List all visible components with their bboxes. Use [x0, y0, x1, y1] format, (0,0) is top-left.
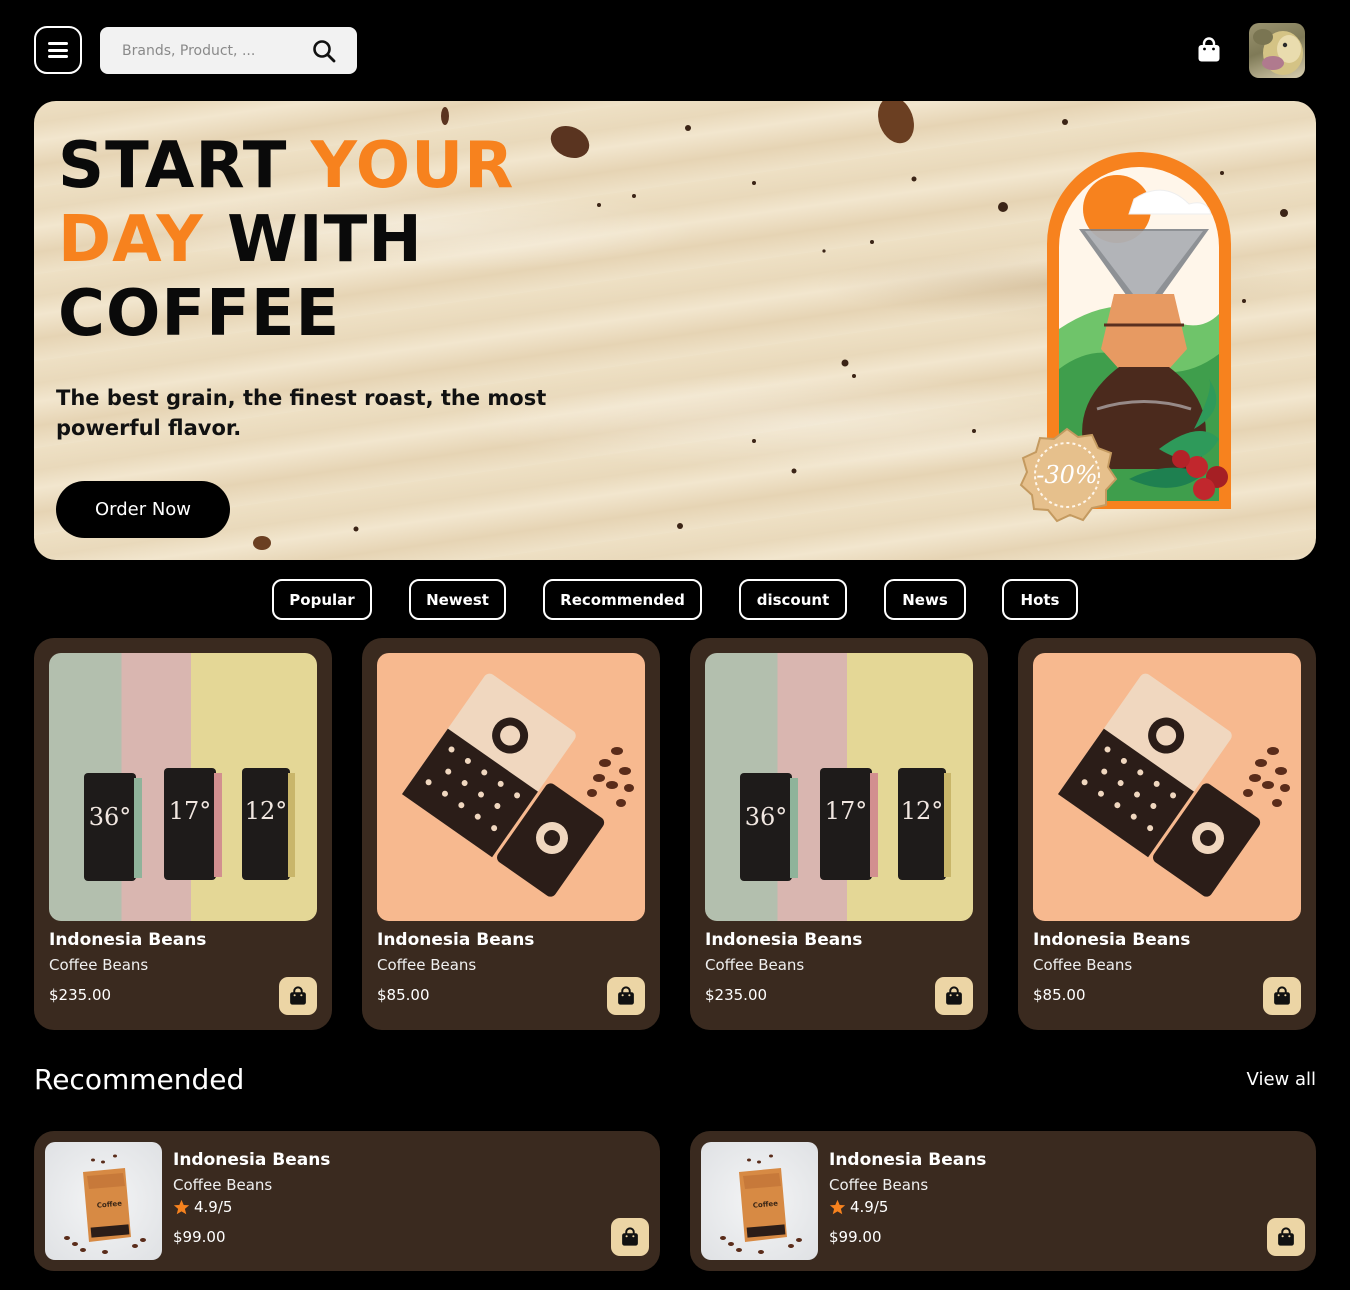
product-thumbnail: Coffee: [701, 1142, 818, 1260]
shopping-bag-icon: [1274, 986, 1290, 1005]
discount-badge-text: -30%: [1036, 461, 1097, 489]
svg-text:17°: 17°: [825, 797, 868, 825]
product-card[interactable]: 36° 17° 12° Indonesia Beans Coffee Beans…: [34, 638, 332, 1030]
product-name: Indonesia Beans: [173, 1150, 331, 1170]
svg-text:36°: 36°: [745, 803, 788, 831]
product-card[interactable]: Indonesia Beans Coffee Beans $85.00: [362, 638, 660, 1030]
add-to-cart-button[interactable]: [935, 977, 973, 1015]
hero-headline: START YOUR DAY WITH COFFEE: [58, 129, 515, 351]
filter-recommended[interactable]: Recommended: [543, 579, 702, 620]
add-to-cart-button[interactable]: [279, 977, 317, 1015]
recommended-item[interactable]: Coffee Indonesia Beans Coffee Beans 4.9/…: [690, 1131, 1316, 1271]
product-category: Coffee Beans: [49, 956, 149, 974]
product-thumbnail: Coffee: [45, 1142, 162, 1260]
hero-banner: START YOUR DAY WITH COFFEE The best grai…: [34, 101, 1316, 560]
product-image: [377, 653, 645, 921]
shopping-bag-icon[interactable]: [1197, 37, 1221, 63]
product-card[interactable]: Indonesia Beans Coffee Beans $85.00: [1018, 638, 1316, 1030]
product-category: Coffee Beans: [377, 956, 477, 974]
product-price: $99.00: [173, 1228, 226, 1246]
svg-text:17°: 17°: [169, 797, 212, 825]
product-price: $235.00: [705, 986, 768, 1004]
hero-subtitle: The best grain, the finest roast, the mo…: [56, 386, 547, 440]
shopping-bag-icon: [622, 1227, 638, 1246]
product-category: Coffee Beans: [1033, 956, 1133, 974]
order-now-button[interactable]: Order Now: [56, 481, 230, 538]
filter-discount[interactable]: discount: [739, 579, 847, 620]
filter-newest[interactable]: Newest: [409, 579, 506, 620]
product-card[interactable]: 36° 17° 12° Indonesia Beans Coffee Beans…: [690, 638, 988, 1030]
hamburger-icon: [48, 42, 68, 58]
shopping-bag-icon: [618, 986, 634, 1005]
svg-text:12°: 12°: [901, 797, 944, 825]
search-input[interactable]: [122, 42, 312, 59]
rating-value: 4.9/5: [194, 1198, 233, 1216]
add-to-cart-button[interactable]: [1263, 977, 1301, 1015]
star-icon: [829, 1199, 846, 1214]
product-category: Coffee Beans: [829, 1176, 929, 1194]
product-price: $99.00: [829, 1228, 882, 1246]
chemex-coffee-illustration: -30%: [1019, 152, 1231, 523]
product-price: $235.00: [49, 986, 112, 1004]
shopping-bag-icon: [1278, 1227, 1294, 1246]
product-name: Indonesia Beans: [1033, 930, 1191, 950]
product-name: Indonesia Beans: [377, 930, 535, 950]
filter-hots[interactable]: Hots: [1002, 579, 1078, 620]
search-bar: [100, 27, 357, 74]
svg-text:12°: 12°: [245, 797, 288, 825]
product-price: $85.00: [377, 986, 430, 1004]
shopping-bag-icon: [946, 986, 962, 1005]
product-image: 36° 17° 12°: [705, 653, 973, 921]
product-price: $85.00: [1033, 986, 1086, 1004]
product-category: Coffee Beans: [173, 1176, 273, 1194]
search-icon[interactable]: [311, 38, 337, 64]
rating-value: 4.9/5: [850, 1198, 889, 1216]
user-avatar[interactable]: [1249, 23, 1305, 78]
product-name: Indonesia Beans: [49, 930, 207, 950]
star-icon: [173, 1199, 190, 1214]
product-name: Indonesia Beans: [705, 930, 863, 950]
view-all-link[interactable]: View all: [1247, 1069, 1316, 1090]
product-name: Indonesia Beans: [829, 1150, 987, 1170]
filter-news[interactable]: News: [884, 579, 966, 620]
product-rating: 4.9/5: [173, 1198, 232, 1216]
add-to-cart-button[interactable]: [1267, 1218, 1305, 1256]
svg-text:36°: 36°: [89, 803, 132, 831]
product-rating: 4.9/5: [829, 1198, 888, 1216]
add-to-cart-button[interactable]: [607, 977, 645, 1015]
recommended-heading: Recommended: [34, 1063, 245, 1096]
product-image: 36° 17° 12°: [49, 653, 317, 921]
duck-avatar-image: [1253, 29, 1303, 75]
recommended-item[interactable]: Coffee Indonesia Beans Coffee Beans 4.9/…: [34, 1131, 660, 1271]
menu-button[interactable]: [34, 26, 82, 74]
filter-popular[interactable]: Popular: [272, 579, 372, 620]
shopping-bag-icon: [290, 986, 306, 1005]
product-image: [1033, 653, 1301, 921]
add-to-cart-button[interactable]: [611, 1218, 649, 1256]
product-category: Coffee Beans: [705, 956, 805, 974]
